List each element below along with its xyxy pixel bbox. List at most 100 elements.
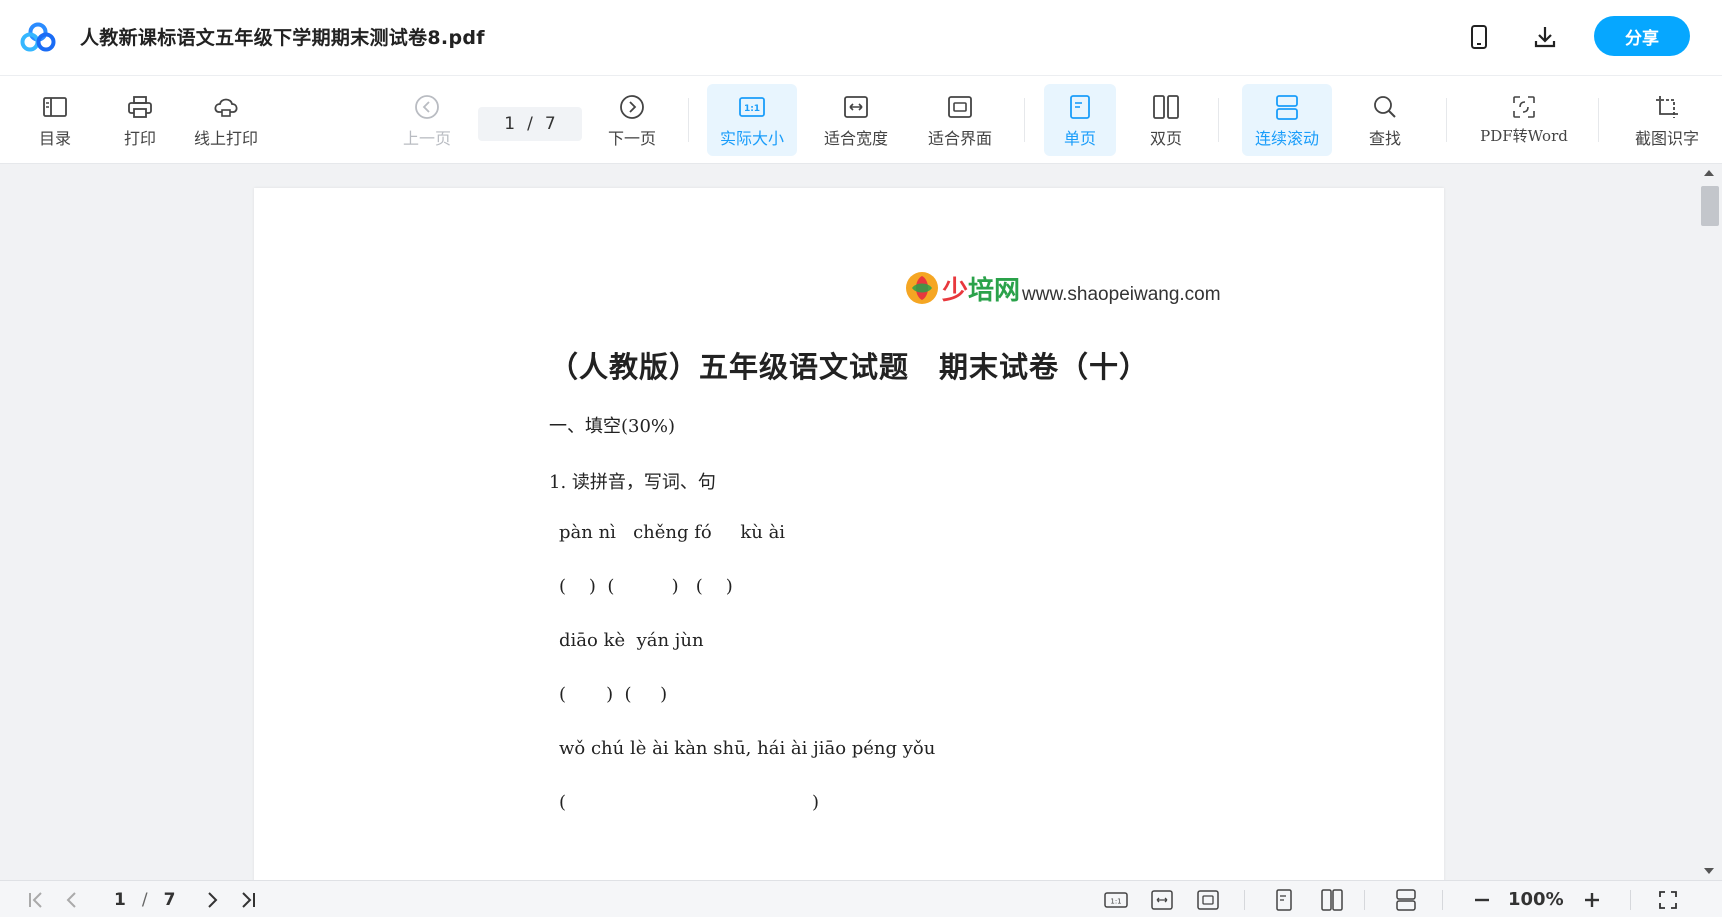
fit-screen-icon[interactable] [1196, 889, 1220, 911]
toolbar-divider [1218, 98, 1219, 142]
printer-icon [125, 92, 155, 122]
brand-logo-icon [906, 272, 938, 304]
status-page-separator: / [141, 890, 148, 910]
current-page-value: 1 [504, 114, 516, 134]
toolbar-divider [688, 98, 689, 142]
status-total-pages: 7 [163, 890, 176, 910]
fit-screen-button[interactable]: 适合界面 [916, 84, 1004, 156]
double-page-icon [1151, 92, 1181, 122]
zoom-out-icon[interactable] [1470, 889, 1494, 911]
search-icon [1370, 92, 1400, 122]
cloud-print-icon [211, 92, 241, 122]
double-page-icon[interactable] [1320, 889, 1344, 911]
chevron-right-circle-icon [617, 92, 647, 122]
search-label: 查找 [1368, 129, 1401, 148]
scroll-down-arrow-icon[interactable] [1704, 868, 1714, 874]
brand-name: 少培网 [942, 276, 1020, 306]
double-page-label: 双页 [1149, 129, 1182, 148]
status-divider [1630, 890, 1631, 910]
toolbar: 目录 打印 线上打印 上一页 1 / 7 下一页 1:1 实际大小 适合宽度 适… [0, 76, 1722, 164]
fit-width-icon [841, 92, 871, 122]
text-line: pàn nì chěng fó kù ài [559, 522, 786, 543]
fullscreen-icon[interactable] [1656, 889, 1680, 911]
vertical-scrollbar[interactable] [1698, 164, 1722, 880]
actual-size-icon[interactable]: 1:1 [1104, 889, 1128, 911]
screenshot-ocr-label: 截图识字 [1634, 129, 1699, 148]
fit-width-icon[interactable] [1150, 889, 1174, 911]
fit-width-label: 适合宽度 [823, 129, 888, 148]
single-page-label: 单页 [1063, 129, 1096, 148]
next-page-icon[interactable] [200, 889, 224, 911]
brand-watermark: 少培网 www.shaopeiwang.com [904, 270, 1221, 306]
brand-name-part: 培网 [968, 276, 1021, 306]
zoom-in-icon[interactable] [1580, 889, 1604, 911]
status-divider [1442, 890, 1443, 910]
text-line: ( ) ( ) [559, 684, 668, 705]
status-divider [1244, 890, 1245, 910]
toc-label: 目录 [38, 129, 71, 148]
toolbar-divider [1024, 98, 1025, 142]
fit-width-button[interactable]: 适合宽度 [812, 84, 900, 156]
single-page-icon[interactable] [1272, 889, 1296, 911]
fit-screen-icon [945, 92, 975, 122]
next-page-button[interactable]: 下一页 [602, 84, 662, 156]
actual-size-button[interactable]: 1:1 实际大小 [707, 84, 797, 156]
total-pages-value: 7 [544, 114, 556, 134]
download-icon[interactable] [1530, 22, 1560, 52]
actual-size-icon: 1:1 [737, 92, 767, 122]
chevron-left-circle-icon [412, 92, 442, 122]
text-line: 一、填空(30%) [549, 416, 676, 437]
prev-page-icon[interactable] [60, 889, 84, 911]
double-page-button[interactable]: 双页 [1134, 84, 1198, 156]
text-line: ( ) ( ) ( ) [559, 576, 733, 597]
title-bar: 人教新课标语文五年级下学期期末测试卷8.pdf 分享 [0, 0, 1722, 76]
last-page-icon[interactable] [236, 889, 260, 911]
scroll-up-arrow-icon[interactable] [1704, 170, 1714, 176]
document-viewer[interactable]: 少培网 www.shaopeiwang.com （人教版）五年级语文试题 期末试… [0, 164, 1722, 880]
print-button[interactable]: 打印 [116, 84, 164, 156]
continuous-scroll-label: 连续滚动 [1254, 129, 1319, 148]
continuous-scroll-button[interactable]: 连续滚动 [1242, 84, 1332, 156]
text-line: diāo kè yán jùn [559, 630, 704, 651]
pdf-convert-icon [1509, 92, 1539, 122]
share-button[interactable]: 分享 [1594, 16, 1690, 56]
status-bar: 1 / 7 1:1 100% [0, 880, 1722, 917]
text-line: ( ) [559, 792, 820, 813]
search-button[interactable]: 查找 [1360, 84, 1410, 156]
toc-icon [40, 92, 70, 122]
next-page-label: 下一页 [607, 129, 656, 148]
first-page-icon[interactable] [24, 889, 48, 911]
status-current-page: 1 [114, 890, 126, 910]
text-line: 1. 读拼音，写词、句 [549, 472, 716, 493]
fit-screen-label: 适合界面 [927, 129, 992, 148]
actual-size-label: 实际大小 [719, 129, 784, 148]
mobile-phone-icon[interactable] [1464, 22, 1494, 52]
page-separator: / [527, 114, 533, 134]
zoom-level[interactable]: 100% [1508, 889, 1564, 910]
single-page-button[interactable]: 单页 [1044, 84, 1116, 156]
single-page-icon [1065, 92, 1095, 122]
pdf-to-word-label: PDF转Word [1480, 127, 1568, 145]
online-print-button[interactable]: 线上打印 [188, 84, 264, 156]
document-title: 人教新课标语文五年级下学期期末测试卷8.pdf [80, 27, 485, 49]
pdf-to-word-button[interactable]: PDF转Word [1474, 84, 1574, 156]
crop-icon [1652, 92, 1682, 122]
screenshot-ocr-button[interactable]: 截图识字 [1626, 84, 1708, 156]
toolbar-divider [1446, 98, 1447, 142]
toc-button[interactable]: 目录 [30, 84, 80, 156]
svg-text:1:1: 1:1 [1110, 898, 1121, 906]
continuous-scroll-icon [1272, 92, 1302, 122]
prev-page-button[interactable]: 上一页 [398, 84, 456, 156]
status-page-indicator[interactable]: 1 / 7 [106, 890, 183, 910]
svg-text:1:1: 1:1 [744, 104, 760, 114]
status-divider [1364, 890, 1365, 910]
text-line: wǒ chú lè ài kàn shū, hái ài jiāo péng y… [559, 738, 936, 759]
scrollbar-thumb[interactable] [1701, 186, 1719, 226]
toolbar-divider [1598, 98, 1599, 142]
app-logo-icon [20, 22, 56, 52]
continuous-scroll-icon[interactable] [1394, 889, 1418, 911]
print-label: 打印 [123, 129, 156, 148]
pdf-page: 少培网 www.shaopeiwang.com （人教版）五年级语文试题 期末试… [254, 188, 1444, 880]
page-number-input[interactable]: 1 / 7 [478, 107, 582, 141]
brand-name-part: 少 [942, 276, 969, 306]
